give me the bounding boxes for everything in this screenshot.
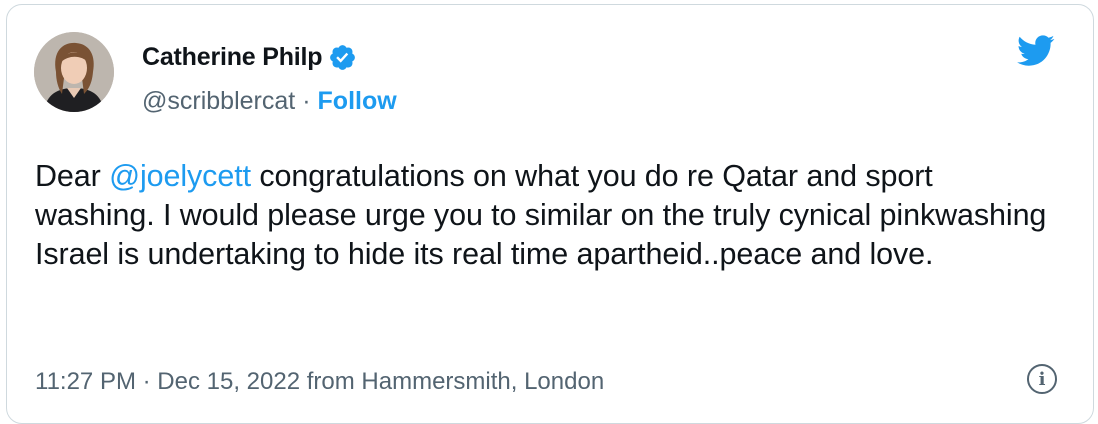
tweet-date[interactable]: Dec 15, 2022 xyxy=(157,368,300,396)
name-row: Catherine Philp xyxy=(142,43,357,72)
tweet-location: from Hammersmith, London xyxy=(300,368,605,395)
handle-separator: · xyxy=(302,87,311,115)
meta-separator: · xyxy=(135,368,158,395)
avatar-photo xyxy=(34,32,114,112)
display-name[interactable]: Catherine Philp xyxy=(142,43,323,72)
tweet-text: Dear @joelycett congratulations on what … xyxy=(35,157,1055,274)
tweet-text-start: Dear xyxy=(35,159,110,193)
verified-badge-icon xyxy=(330,45,356,70)
tweet-time[interactable]: 11:27 PM xyxy=(35,368,136,396)
handle[interactable]: @scribblercat xyxy=(142,87,295,116)
follow-button[interactable]: Follow xyxy=(318,87,397,116)
mention-link[interactable]: @joelycett xyxy=(109,159,251,193)
avatar[interactable] xyxy=(34,32,114,112)
handle-row: @scribblercat · Follow xyxy=(142,87,397,116)
info-icon[interactable]: i xyxy=(1027,364,1057,394)
tweet-card: Catherine Philp @scribblercat · Follow D… xyxy=(6,4,1094,424)
twitter-bird-icon[interactable] xyxy=(1017,35,1055,67)
tweet-meta: 11:27 PM · Dec 15, 2022 from Hammersmith… xyxy=(35,368,604,396)
